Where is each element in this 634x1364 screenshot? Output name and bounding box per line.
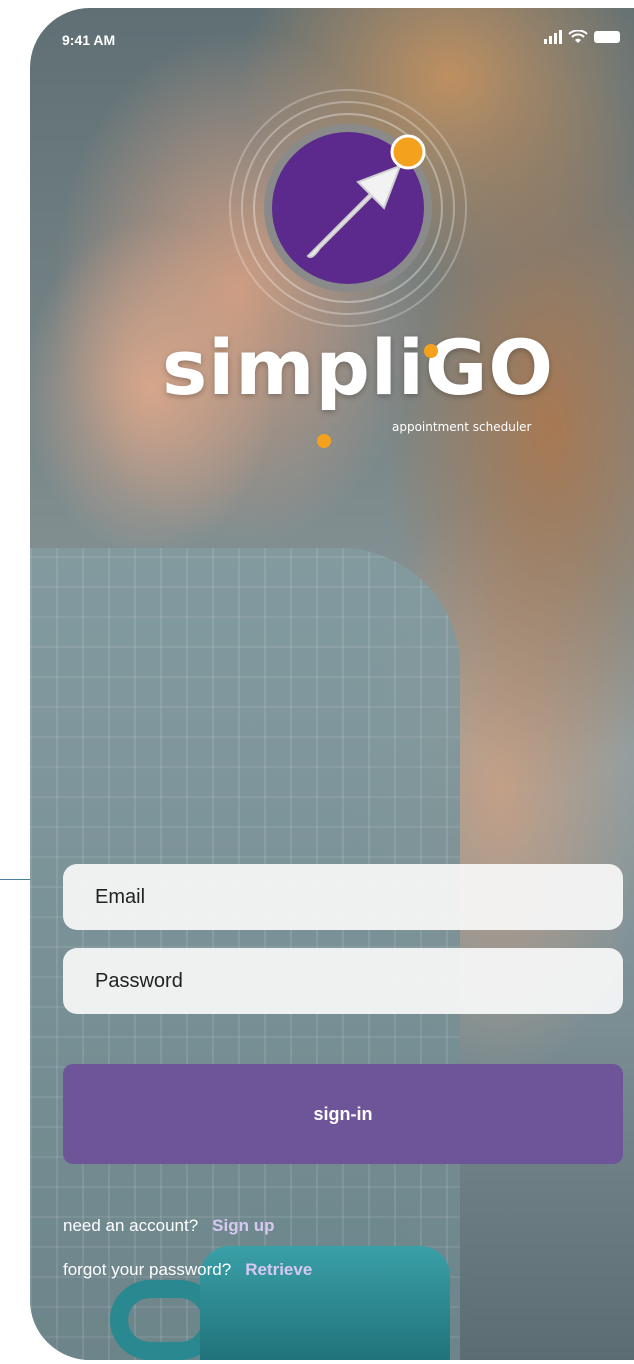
- phone-screen: 9:41 AM simpliGO appointment scheduler s…: [30, 8, 634, 1360]
- email-field[interactable]: [63, 864, 623, 930]
- wifi-icon: [568, 30, 588, 43]
- brand-accent-dot: [424, 344, 438, 358]
- retrieve-row: forgot your password? Retrieve: [63, 1260, 312, 1280]
- brand-tagline: appointment scheduler: [392, 420, 532, 434]
- signup-link[interactable]: Sign up: [212, 1216, 274, 1235]
- battery-icon: [594, 31, 620, 43]
- retrieve-link[interactable]: Retrieve: [245, 1260, 312, 1279]
- password-field[interactable]: [63, 948, 623, 1014]
- retrieve-prompt: forgot your password?: [63, 1260, 232, 1279]
- cellular-signal-icon: [544, 30, 562, 44]
- brand-name: simpliGO: [162, 323, 554, 412]
- app-logo-icon: [229, 89, 467, 327]
- status-time: 9:41 AM: [62, 32, 116, 48]
- signup-prompt: need an account?: [63, 1216, 199, 1235]
- status-icons: [544, 30, 620, 44]
- brand-accent-dot: [317, 434, 331, 448]
- signup-row: need an account? Sign up: [63, 1216, 275, 1236]
- sign-in-button[interactable]: sign-in: [63, 1064, 623, 1164]
